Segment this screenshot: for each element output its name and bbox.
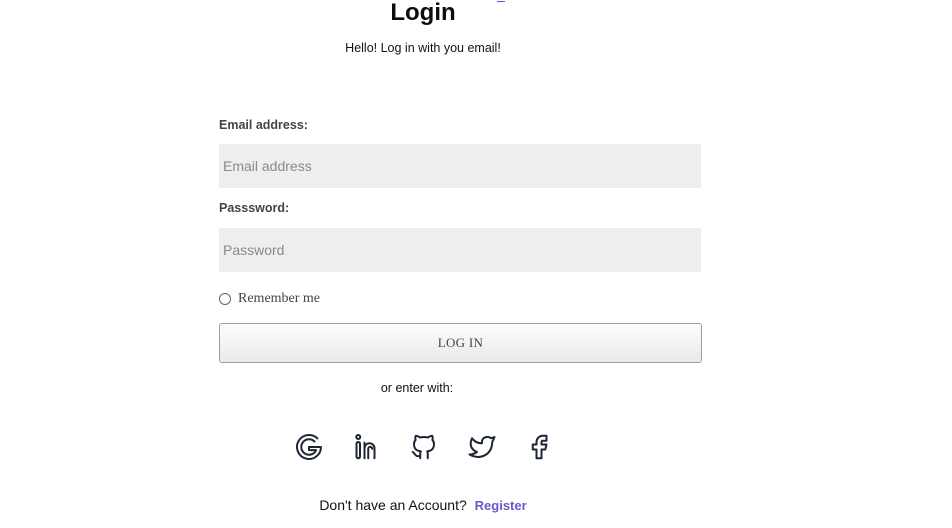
decorative-underline (497, 0, 505, 2)
social-login-buttons (292, 430, 580, 464)
password-field[interactable] (219, 228, 701, 272)
github-login-button[interactable] (407, 430, 441, 464)
facebook-icon (531, 434, 548, 460)
email-label: Email address: (219, 118, 308, 132)
page-title: Login (390, 0, 456, 26)
remember-me-label: Remember me (238, 291, 321, 306)
remember-me-option[interactable]: Remember me (219, 291, 320, 307)
google-icon (296, 433, 322, 460)
linkedin-login-button[interactable] (350, 430, 384, 464)
twitter-login-button[interactable] (465, 430, 499, 464)
twitter-icon (468, 435, 495, 458)
password-label: Passsword: (219, 201, 290, 215)
linkedin-icon (354, 434, 375, 460)
social-login-prompt: or enter with: (380, 381, 454, 395)
page-subtitle: Hello! Log in with you email! (345, 41, 501, 55)
email-field[interactable] (219, 144, 701, 188)
facebook-login-button[interactable] (522, 430, 556, 464)
login-button[interactable]: LOG IN (219, 323, 702, 363)
google-login-button[interactable] (292, 430, 326, 464)
register-prompt-text: Don't have an Account? (319, 497, 467, 513)
register-prompt: Don't have an Account? Register (0, 497, 846, 513)
register-link[interactable]: Register (475, 498, 527, 513)
github-icon (411, 434, 435, 460)
remember-me-radio[interactable] (219, 293, 231, 305)
